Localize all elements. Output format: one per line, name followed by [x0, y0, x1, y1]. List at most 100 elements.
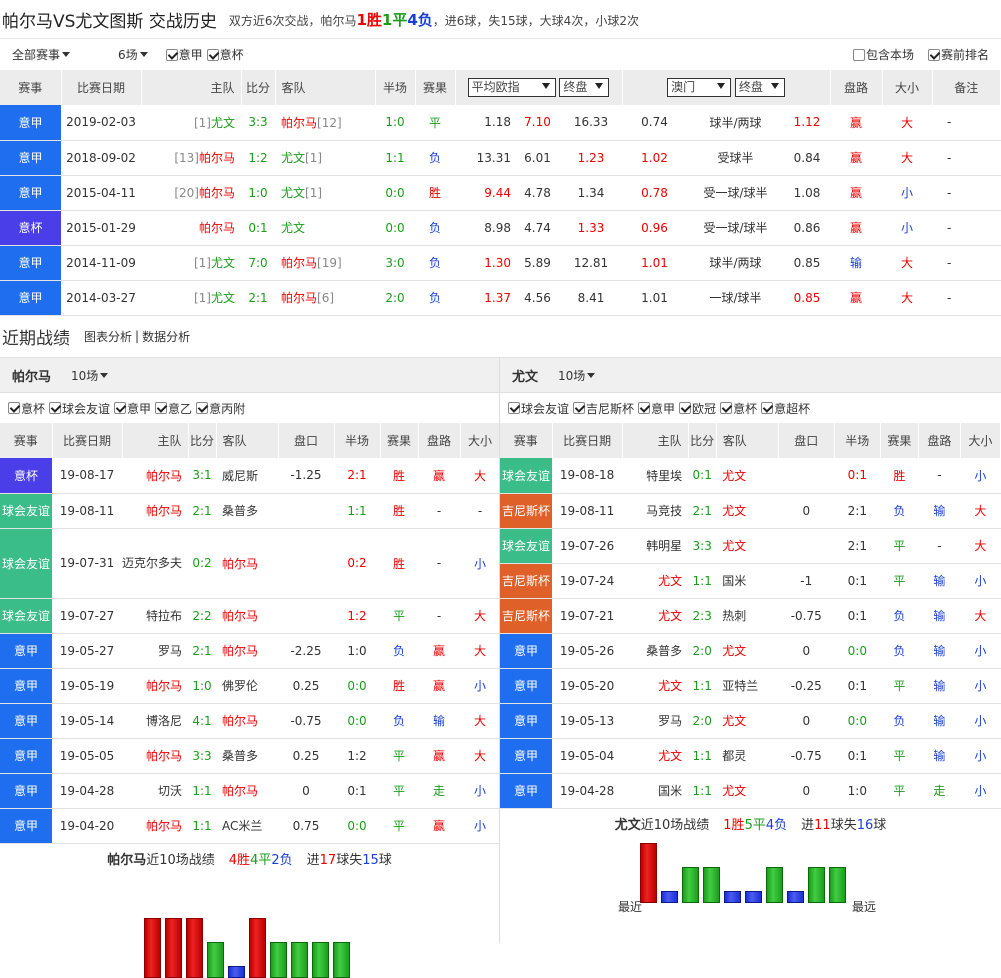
pre-match-rank-checkbox[interactable]: 赛前排名: [927, 46, 989, 63]
filter-serie-a-checkbox[interactable]: 意甲: [165, 46, 203, 63]
score[interactable]: 1:1: [688, 668, 717, 704]
home-team[interactable]: 帕尔马: [122, 493, 188, 529]
away-team[interactable]: 热刺: [716, 598, 779, 634]
league-badge[interactable]: 意甲: [0, 140, 61, 176]
home-team[interactable]: 马竞技: [622, 493, 689, 529]
home-team[interactable]: 罗马: [622, 703, 689, 739]
away-team[interactable]: 尤文[1]: [275, 175, 375, 211]
left-filter-checkbox[interactable]: 意杯: [8, 400, 45, 417]
league-badge[interactable]: 意甲: [500, 668, 553, 704]
score[interactable]: 1:0: [241, 175, 275, 211]
league-badge[interactable]: 意甲: [0, 703, 52, 739]
home-team[interactable]: 特里埃: [622, 458, 689, 494]
home-team[interactable]: [1]尤文: [141, 245, 241, 281]
score[interactable]: 3:3: [241, 105, 275, 141]
score[interactable]: 1:1: [688, 563, 717, 599]
home-team[interactable]: 韩明星: [622, 528, 689, 564]
away-team[interactable]: 尤文[1]: [275, 140, 375, 176]
chart-analysis-link[interactable]: 图表分析: [84, 328, 132, 345]
league-badge[interactable]: 意甲: [500, 633, 553, 669]
score[interactable]: 2:0: [688, 633, 717, 669]
home-team[interactable]: 帕尔马: [122, 458, 188, 494]
match-count-select[interactable]: 6场: [118, 46, 148, 63]
home-team[interactable]: 帕尔马: [122, 738, 188, 774]
league-badge[interactable]: 球会友谊: [0, 598, 52, 634]
away-team[interactable]: 帕尔马[19]: [275, 245, 375, 281]
score[interactable]: 1:0: [188, 668, 216, 704]
macau-select[interactable]: 澳门: [667, 78, 732, 97]
away-team[interactable]: 帕尔马: [216, 528, 278, 599]
home-team[interactable]: 尤文: [622, 668, 689, 704]
final-odds-select[interactable]: 终盘: [559, 78, 610, 97]
league-badge[interactable]: 吉尼斯杯: [500, 493, 553, 529]
score[interactable]: 1:1: [188, 808, 216, 844]
away-team[interactable]: 尤文: [716, 458, 779, 494]
away-team[interactable]: 国米: [716, 563, 779, 599]
right-count-select[interactable]: 10场: [558, 367, 596, 384]
score[interactable]: 0:1: [241, 210, 275, 246]
league-badge[interactable]: 意甲: [0, 633, 52, 669]
score[interactable]: 7:0: [241, 245, 275, 281]
away-team[interactable]: 帕尔马: [216, 773, 278, 809]
away-team[interactable]: 尤文: [716, 528, 779, 564]
home-team[interactable]: 尤文: [622, 598, 689, 634]
away-team[interactable]: 尤文: [716, 773, 779, 809]
score[interactable]: 0:1: [688, 458, 717, 494]
league-badge[interactable]: 球会友谊: [500, 528, 553, 564]
score[interactable]: 1:1: [688, 738, 717, 774]
score[interactable]: 3:1: [188, 458, 216, 494]
away-team[interactable]: 威尼斯: [216, 458, 278, 494]
league-badge[interactable]: 意甲: [0, 175, 61, 211]
right-filter-checkbox[interactable]: 意杯: [720, 400, 757, 417]
home-team[interactable]: [1]尤文: [141, 280, 241, 316]
home-team[interactable]: 迈克尔多夫: [122, 528, 188, 599]
right-filter-checkbox[interactable]: 意甲: [638, 400, 675, 417]
home-team[interactable]: 尤文: [622, 563, 689, 599]
league-badge[interactable]: 意甲: [0, 773, 52, 809]
away-team[interactable]: 亚特兰: [716, 668, 779, 704]
league-badge[interactable]: 意甲: [500, 773, 553, 809]
away-team[interactable]: 帕尔马: [216, 703, 278, 739]
score[interactable]: 2:1: [188, 493, 216, 529]
league-badge[interactable]: 意甲: [0, 245, 61, 281]
away-team[interactable]: 帕尔马: [216, 598, 278, 634]
left-filter-checkbox[interactable]: 球会友谊: [49, 400, 110, 417]
left-filter-checkbox[interactable]: 意丙附: [196, 400, 245, 417]
home-team[interactable]: 尤文: [622, 738, 689, 774]
away-team[interactable]: 尤文: [716, 703, 779, 739]
home-team[interactable]: 帕尔马: [122, 808, 188, 844]
away-team[interactable]: 帕尔马[12]: [275, 105, 375, 141]
league-badge[interactable]: 吉尼斯杯: [500, 563, 553, 599]
league-badge[interactable]: 球会友谊: [0, 493, 52, 529]
league-badge[interactable]: 意甲: [500, 703, 553, 739]
league-badge[interactable]: 意甲: [0, 668, 52, 704]
home-team[interactable]: [1]尤文: [141, 105, 241, 141]
filter-coppa-checkbox[interactable]: 意杯: [206, 46, 244, 63]
data-analysis-link[interactable]: 数据分析: [142, 328, 190, 345]
score[interactable]: 1:2: [241, 140, 275, 176]
home-team[interactable]: [20]帕尔马: [141, 175, 241, 211]
score[interactable]: 2:0: [688, 703, 717, 739]
league-badge[interactable]: 意甲: [0, 280, 61, 316]
avg-odds-select[interactable]: 平均欧指: [467, 78, 556, 97]
league-badge[interactable]: 球会友谊: [500, 458, 553, 494]
away-team[interactable]: 佛罗伦: [216, 668, 278, 704]
right-filter-checkbox[interactable]: 吉尼斯杯: [573, 400, 634, 417]
score[interactable]: 1:1: [188, 773, 216, 809]
macau-final-select[interactable]: 终盘: [734, 78, 785, 97]
home-team[interactable]: 特拉布: [122, 598, 188, 634]
away-team[interactable]: 都灵: [716, 738, 779, 774]
score[interactable]: 3:3: [188, 738, 216, 774]
home-team[interactable]: 罗马: [122, 633, 188, 669]
score[interactable]: 1:1: [688, 773, 717, 809]
league-badge[interactable]: 意甲: [0, 808, 52, 844]
right-filter-checkbox[interactable]: 意超杯: [761, 400, 810, 417]
score[interactable]: 2:1: [188, 633, 216, 669]
left-count-select[interactable]: 10场: [71, 367, 109, 384]
away-team[interactable]: 桑普多: [216, 738, 278, 774]
home-team[interactable]: [13]帕尔马: [141, 140, 241, 176]
home-team[interactable]: 博洛尼: [122, 703, 188, 739]
score[interactable]: 4:1: [188, 703, 216, 739]
away-team[interactable]: 帕尔马: [216, 633, 278, 669]
left-filter-checkbox[interactable]: 意乙: [155, 400, 192, 417]
